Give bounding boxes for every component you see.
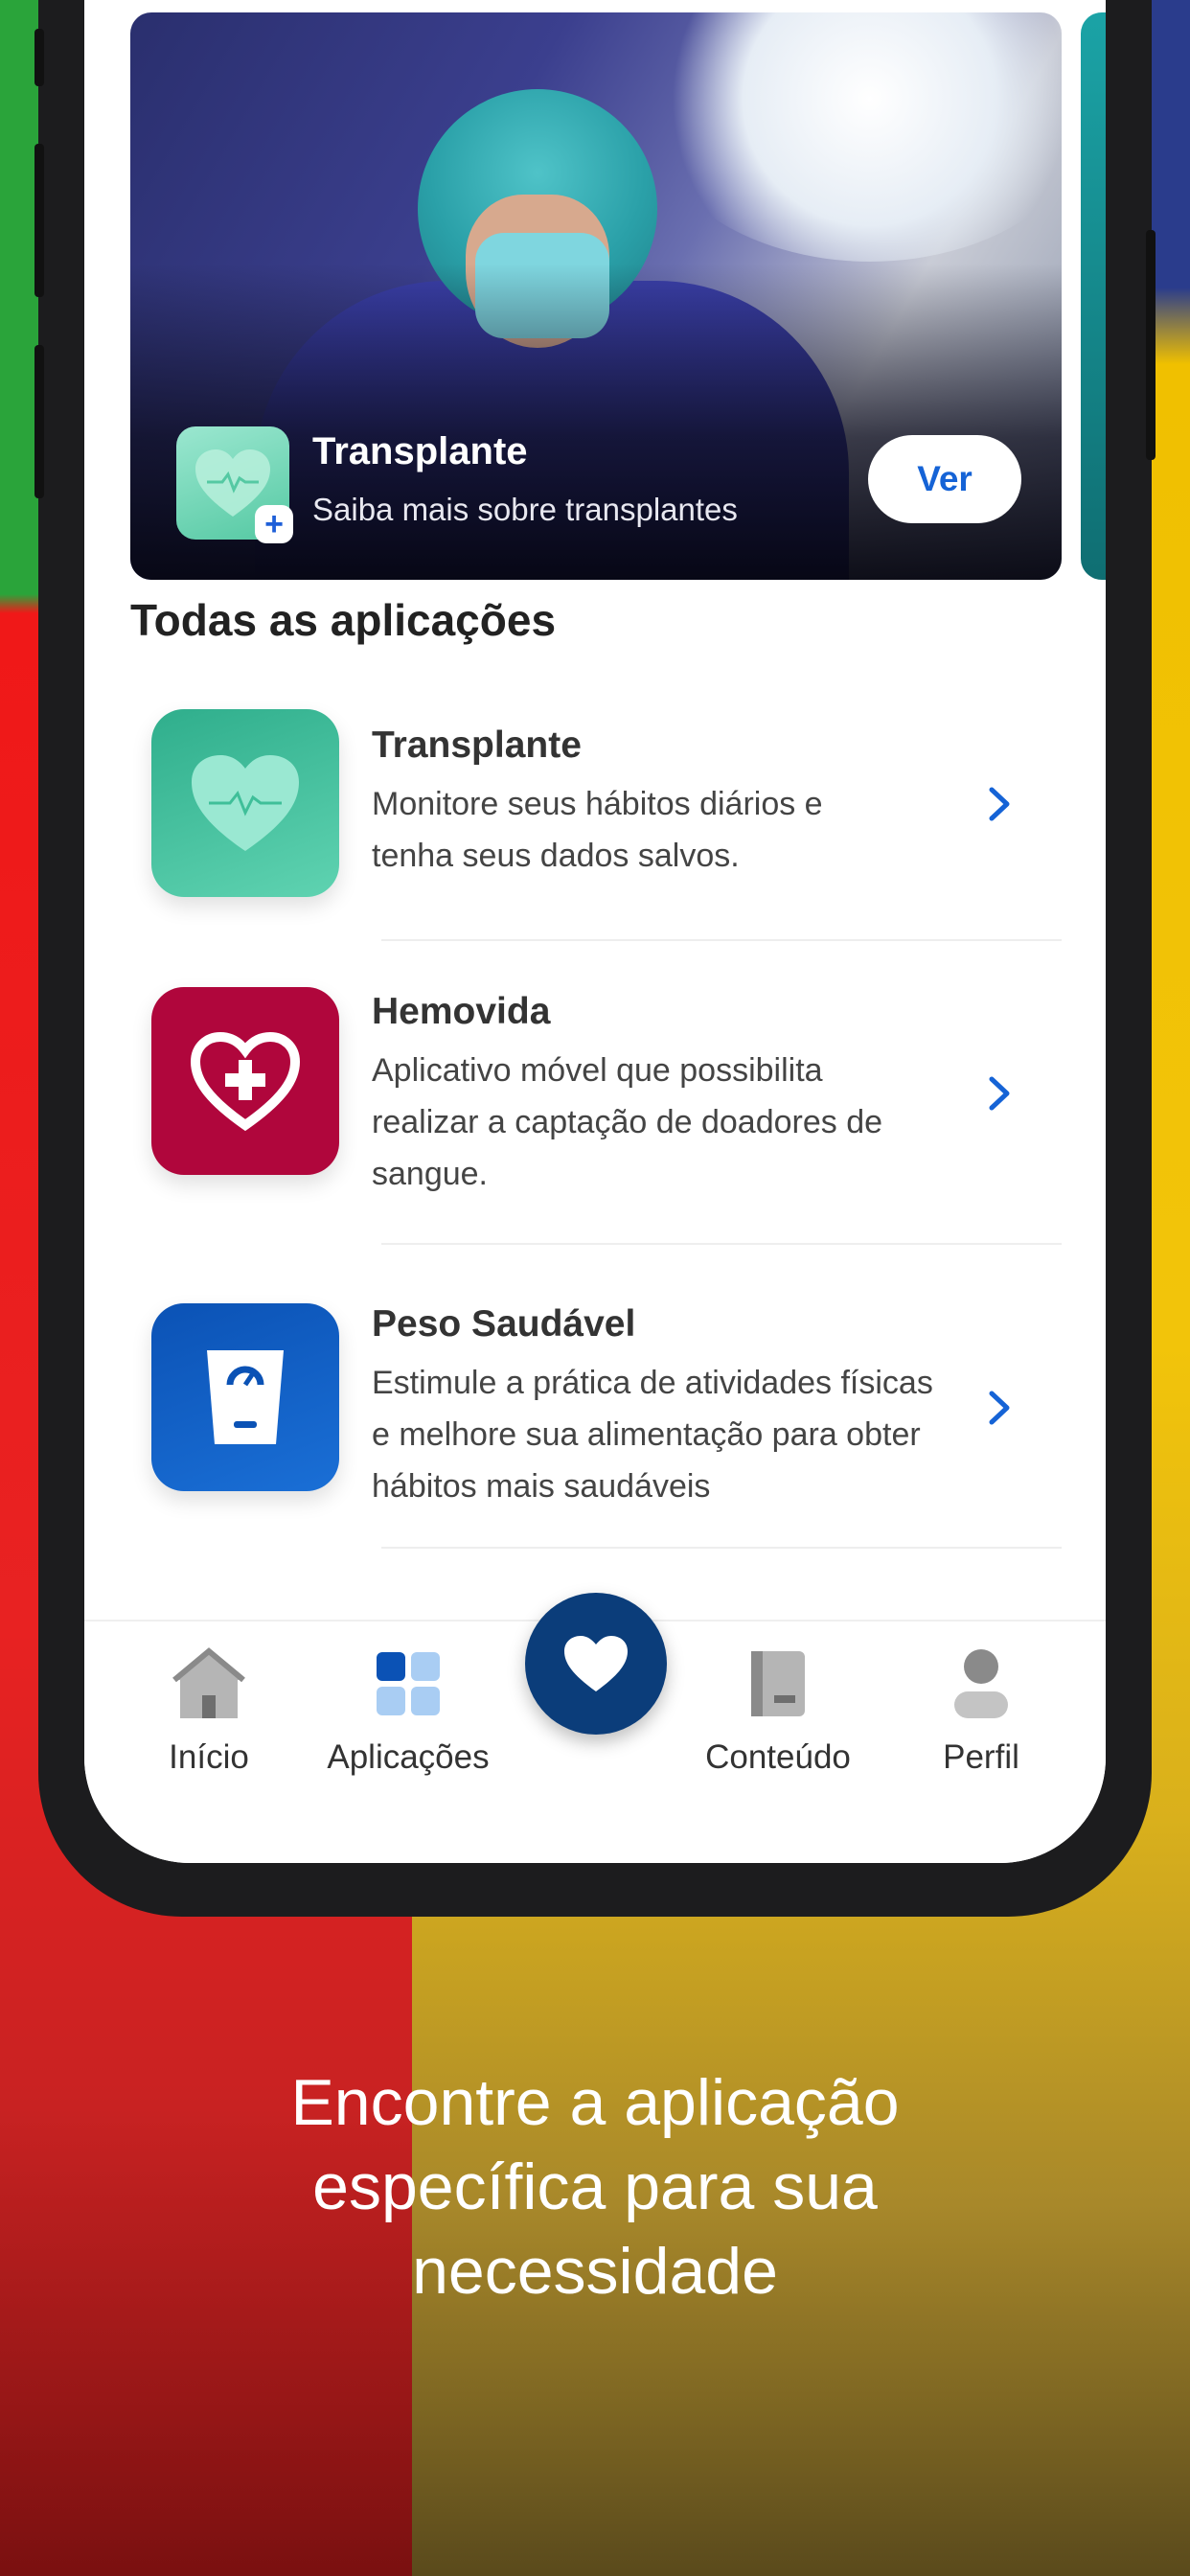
app-description: Estimule a prática de atividades físicas…: [372, 1365, 933, 1505]
nav-item-conteudo[interactable]: Conteúdo: [682, 1641, 874, 1777]
nav-label: Perfil: [943, 1738, 1019, 1776]
nav-label: Aplicações: [327, 1738, 490, 1776]
plus-icon: +: [255, 505, 293, 543]
phone-button: [1146, 230, 1156, 460]
phone-button: [34, 29, 44, 86]
heart-plus-icon: +: [176, 426, 293, 543]
nav-label: Início: [169, 1738, 249, 1776]
app-name: Hemovida: [372, 991, 551, 1032]
app-list-item-peso-saudavel[interactable]: Peso Saudável Estimule a prática de ativ…: [84, 1303, 1106, 1552]
caption-line: Encontre a aplicação: [290, 2066, 900, 2139]
promo-caption: Encontre a aplicação específica para sua…: [0, 2060, 1190, 2313]
banner-title: Transplante: [312, 430, 528, 472]
chevron-right-icon: [989, 1076, 1010, 1111]
book-icon: [682, 1641, 874, 1727]
center-heart-button[interactable]: [525, 1593, 667, 1735]
app-name: Transplante: [372, 724, 582, 766]
phone-button: [34, 144, 44, 297]
divider: [381, 1547, 1062, 1549]
section-title: Todas as aplicações: [130, 595, 557, 645]
featured-banner[interactable]: + Transplante Saiba mais sobre transplan…: [130, 12, 1062, 580]
app-description: Monitore seus hábitos diários e tenha se…: [372, 786, 823, 874]
scale-icon: [151, 1303, 339, 1491]
chevron-right-icon: [989, 1391, 1010, 1425]
nav-item-inicio[interactable]: Início: [113, 1641, 305, 1777]
caption-line: necessidade: [412, 2235, 778, 2308]
surgical-light: [640, 12, 1062, 262]
nav-item-aplicacoes[interactable]: Aplicações: [312, 1641, 504, 1777]
app-description: Aplicativo móvel que possibilita realiza…: [372, 1052, 883, 1192]
nav-label: Conteúdo: [705, 1738, 851, 1776]
nav-item-perfil[interactable]: Perfil: [885, 1641, 1077, 1777]
home-icon: [113, 1641, 305, 1727]
caption-line: específica para sua: [312, 2150, 878, 2223]
heart-icon: [564, 1636, 628, 1691]
grid-icon: [312, 1641, 504, 1727]
chevron-right-icon: [989, 787, 1010, 821]
banner-subtitle: Saiba mais sobre transplantes: [312, 492, 738, 527]
next-banner-peek[interactable]: [1081, 12, 1106, 580]
app-name: Peso Saudável: [372, 1303, 636, 1345]
heart-cross-icon: [151, 987, 339, 1175]
phone-button: [34, 345, 44, 498]
divider: [381, 1243, 1062, 1245]
divider: [381, 939, 1062, 941]
bottom-navigation: Início Aplicações Conteúdo Perfil: [84, 1593, 1106, 1863]
user-icon: [885, 1641, 1077, 1727]
app-list-item-hemovida[interactable]: Hemovida Aplicativo móvel que possibilit…: [84, 987, 1106, 1236]
phone-frame: + Transplante Saiba mais sobre transplan…: [34, 0, 1156, 1917]
ver-button[interactable]: Ver: [868, 435, 1021, 523]
heart-pulse-icon: [151, 709, 339, 897]
phone-screen: + Transplante Saiba mais sobre transplan…: [84, 0, 1106, 1863]
app-list-item-transplante[interactable]: Transplante Monitore seus hábitos diário…: [84, 709, 1106, 939]
